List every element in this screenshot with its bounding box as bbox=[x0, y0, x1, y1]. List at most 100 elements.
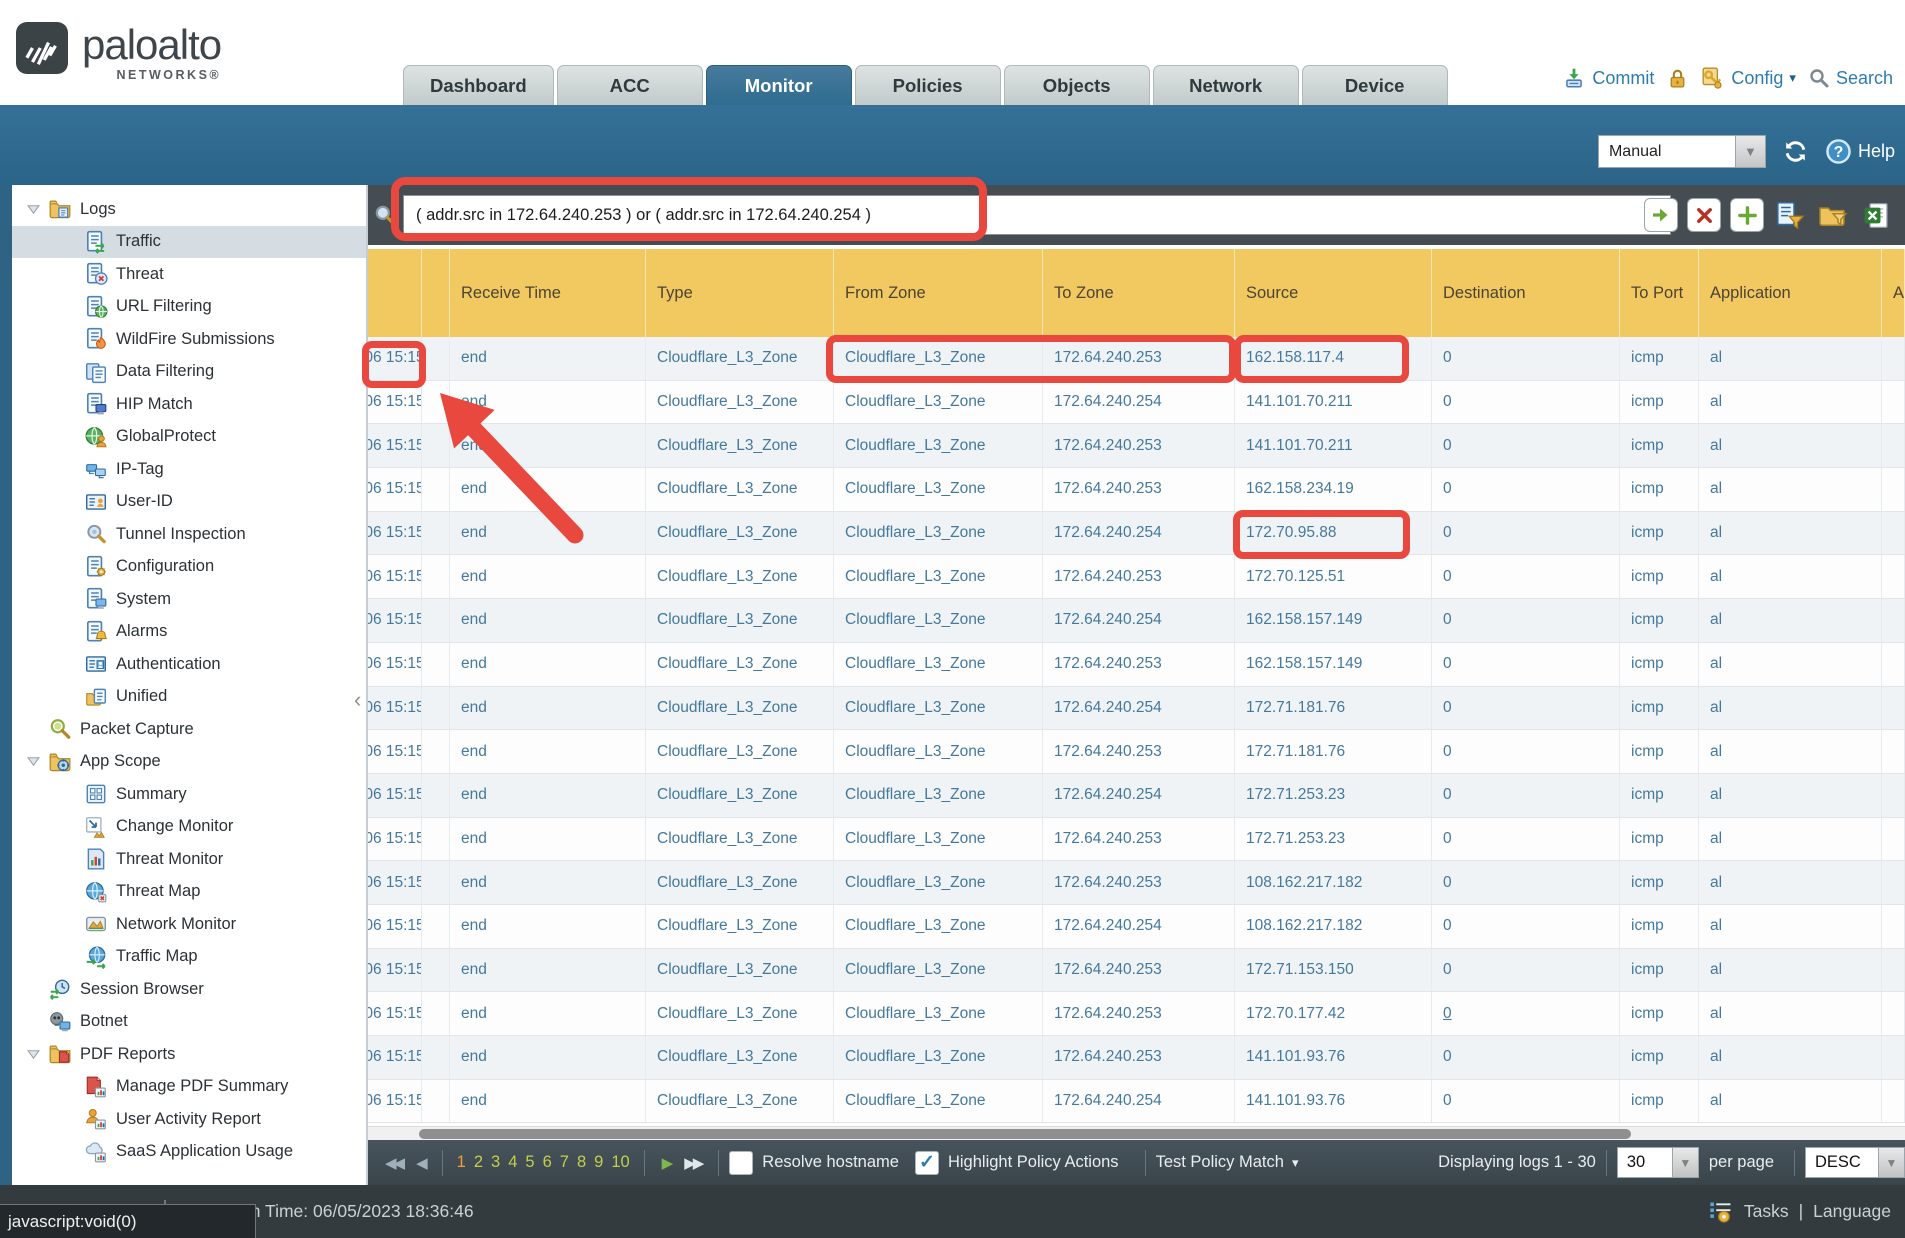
page-number-1[interactable]: 1 bbox=[457, 1153, 466, 1172]
commit-button[interactable]: Commit bbox=[1562, 66, 1654, 90]
log-detail-button[interactable]: 06/06 15:15:16 bbox=[368, 730, 422, 773]
sidebar-item-unified[interactable]: Unified bbox=[12, 681, 366, 714]
last-page-button[interactable]: ▶▶ bbox=[677, 1154, 708, 1172]
column-header-type[interactable]: Type bbox=[646, 249, 834, 337]
sidebar-item-hip-match[interactable]: HIP Match bbox=[12, 388, 366, 421]
sort-order-select[interactable]: DESC bbox=[1805, 1147, 1879, 1178]
sidebar-item-app-scope[interactable]: App Scope bbox=[12, 746, 366, 779]
page-number-7[interactable]: 7 bbox=[560, 1153, 569, 1172]
log-row-12[interactable]: 06/06 15:15:16endCloudflare_L3_ZoneCloud… bbox=[368, 818, 1905, 862]
page-number-8[interactable]: 8 bbox=[577, 1153, 586, 1172]
log-row-8[interactable]: 06/06 15:15:17endCloudflare_L3_ZoneCloud… bbox=[368, 643, 1905, 687]
expand-triangle-icon[interactable] bbox=[26, 1047, 48, 1062]
sidebar-item-user-activity-report[interactable]: User Activity Report bbox=[12, 1103, 366, 1136]
per-page-select[interactable]: 30 bbox=[1617, 1147, 1673, 1178]
column-header-to-zone[interactable]: To Zone bbox=[1043, 249, 1235, 337]
log-row-14[interactable]: 06/06 15:15:15endCloudflare_L3_ZoneCloud… bbox=[368, 905, 1905, 949]
log-detail-button[interactable]: 06/06 15:15:14 bbox=[368, 992, 422, 1035]
sidebar-item-packet-capture[interactable]: Packet Capture bbox=[12, 713, 366, 746]
next-page-button[interactable]: ▶ bbox=[655, 1154, 678, 1172]
page-number-2[interactable]: 2 bbox=[474, 1153, 483, 1172]
prev-page-button[interactable]: ◀ bbox=[409, 1154, 432, 1172]
per-page-select-arrow-icon[interactable]: ▼ bbox=[1673, 1147, 1699, 1178]
sidebar-item-change-monitor[interactable]: Change Monitor bbox=[12, 811, 366, 844]
log-detail-button[interactable]: 06/06 15:15:17 bbox=[368, 555, 422, 598]
tab-policies[interactable]: Policies bbox=[855, 65, 1001, 105]
sidebar-item-data-filtering[interactable]: Data Filtering bbox=[12, 356, 366, 389]
expand-triangle-icon[interactable] bbox=[26, 202, 48, 217]
add-filter-button[interactable] bbox=[1730, 198, 1764, 232]
refresh-select-arrow-icon[interactable]: ▼ bbox=[1736, 135, 1766, 168]
tab-network[interactable]: Network bbox=[1153, 65, 1299, 105]
log-row-9[interactable]: 06/06 15:15:16endCloudflare_L3_ZoneCloud… bbox=[368, 687, 1905, 731]
log-row-10[interactable]: 06/06 15:15:16endCloudflare_L3_ZoneCloud… bbox=[368, 730, 1905, 774]
tab-device[interactable]: Device bbox=[1302, 65, 1448, 105]
log-row-1[interactable]: 06/06 15:15:19endCloudflare_L3_ZoneCloud… bbox=[368, 337, 1905, 381]
page-number-6[interactable]: 6 bbox=[543, 1153, 552, 1172]
log-detail-button[interactable]: 06/06 15:15:16 bbox=[368, 774, 422, 817]
tab-dashboard[interactable]: Dashboard bbox=[403, 65, 554, 105]
log-detail-button[interactable]: 06/06 15:15:17 bbox=[368, 468, 422, 511]
search-button[interactable]: Search bbox=[1808, 67, 1893, 89]
log-row-5[interactable]: 06/06 15:15:17endCloudflare_L3_ZoneCloud… bbox=[368, 512, 1905, 556]
log-detail-button[interactable]: 06/06 15:15:17 bbox=[368, 512, 422, 555]
sidebar-item-summary[interactable]: Summary bbox=[12, 778, 366, 811]
sidebar-item-threat[interactable]: Threat bbox=[12, 258, 366, 291]
horizontal-scrollbar[interactable] bbox=[368, 1126, 1905, 1140]
column-header-source[interactable]: Source bbox=[1235, 249, 1432, 337]
log-row-18[interactable]: 06/06 15:15:14endCloudflare_L3_ZoneCloud… bbox=[368, 1080, 1905, 1124]
refresh-interval-select[interactable]: Manual bbox=[1598, 135, 1736, 168]
expand-triangle-icon[interactable] bbox=[26, 754, 48, 769]
log-row-4[interactable]: 06/06 15:15:17endCloudflare_L3_ZoneCloud… bbox=[368, 468, 1905, 512]
column-header-to-port[interactable]: To Port bbox=[1620, 249, 1699, 337]
sidebar-item-system[interactable]: System bbox=[12, 583, 366, 616]
sidebar-item-alarms[interactable]: Alarms bbox=[12, 616, 366, 649]
page-number-9[interactable]: 9 bbox=[594, 1153, 603, 1172]
refresh-icon[interactable] bbox=[1782, 138, 1809, 165]
sidebar-item-network-monitor[interactable]: Network Monitor bbox=[12, 908, 366, 941]
column-header-ac[interactable]: Ac bbox=[1882, 249, 1905, 337]
log-detail-button[interactable]: 06/06 15:15:16 bbox=[368, 818, 422, 861]
sidebar-item-pdf-reports[interactable]: PDF Reports bbox=[12, 1038, 366, 1071]
test-policy-match-button[interactable]: Test Policy Match ▾ bbox=[1156, 1153, 1299, 1172]
column-header-receive-time[interactable]: Receive Time bbox=[450, 249, 646, 337]
log-detail-button[interactable]: 06/06 15:15:17 bbox=[368, 381, 422, 424]
log-detail-button[interactable]: 06/06 15:15:15 bbox=[368, 861, 422, 904]
log-row-17[interactable]: 06/06 15:15:14endCloudflare_L3_ZoneCloud… bbox=[368, 1036, 1905, 1080]
sidebar-item-traffic[interactable]: Traffic bbox=[12, 226, 366, 259]
load-filter-button[interactable] bbox=[1816, 198, 1850, 232]
help-icon[interactable]: ? bbox=[1825, 138, 1852, 165]
sidebar-item-configuration[interactable]: Configuration bbox=[12, 551, 366, 584]
log-detail-button[interactable]: 06/06 15:15:19 bbox=[368, 337, 422, 380]
log-detail-button[interactable]: 06/06 15:15:15 bbox=[368, 905, 422, 948]
log-row-15[interactable]: 06/06 15:15:14endCloudflare_L3_ZoneCloud… bbox=[368, 949, 1905, 993]
log-detail-button[interactable]: 06/06 15:15:17 bbox=[368, 424, 422, 467]
page-number-10[interactable]: 10 bbox=[611, 1153, 629, 1172]
filter-query-input[interactable]: ( addr.src in 172.64.240.253 ) or ( addr… bbox=[403, 195, 1671, 235]
column-header-application[interactable]: Application bbox=[1699, 249, 1882, 337]
sidebar-item-ip-tag[interactable]: IP-Tag bbox=[12, 453, 366, 486]
sidebar-item-logs[interactable]: Logs bbox=[12, 193, 366, 226]
tasks-link[interactable]: Tasks bbox=[1744, 1201, 1789, 1222]
page-number-3[interactable]: 3 bbox=[491, 1153, 500, 1172]
page-number-4[interactable]: 4 bbox=[508, 1153, 517, 1172]
log-row-11[interactable]: 06/06 15:15:16endCloudflare_L3_ZoneCloud… bbox=[368, 774, 1905, 818]
sidebar-item-globalprotect[interactable]: GlobalProtect bbox=[12, 421, 366, 454]
log-row-16[interactable]: 06/06 15:15:14endCloudflare_L3_ZoneCloud… bbox=[368, 992, 1905, 1036]
sidebar-item-threat-map[interactable]: Threat Map bbox=[12, 876, 366, 909]
help-link[interactable]: Help bbox=[1858, 141, 1895, 162]
checkbox-highlight-policy-actions[interactable]: ✓ bbox=[915, 1151, 939, 1175]
sidebar-item-saas-application-usage[interactable]: SaaS Application Usage bbox=[12, 1136, 366, 1169]
sidebar-item-manage-pdf-summary[interactable]: Manage PDF Summary bbox=[12, 1071, 366, 1104]
sidebar-item-session-browser[interactable]: Session Browser bbox=[12, 973, 366, 1006]
export-csv-button[interactable] bbox=[1859, 198, 1893, 232]
column-header-destination[interactable]: Destination bbox=[1432, 249, 1620, 337]
page-number-5[interactable]: 5 bbox=[525, 1153, 534, 1172]
log-detail-button[interactable]: 06/06 15:15:17 bbox=[368, 643, 422, 686]
sidebar-item-threat-monitor[interactable]: Threat Monitor bbox=[12, 843, 366, 876]
tab-objects[interactable]: Objects bbox=[1004, 65, 1150, 105]
lock-icon[interactable] bbox=[1666, 67, 1689, 90]
sidebar-item-wildfire-submissions[interactable]: WildFire Submissions bbox=[12, 323, 366, 356]
log-row-3[interactable]: 06/06 15:15:17endCloudflare_L3_ZoneCloud… bbox=[368, 424, 1905, 468]
column-header-from-zone[interactable]: From Zone bbox=[834, 249, 1043, 337]
